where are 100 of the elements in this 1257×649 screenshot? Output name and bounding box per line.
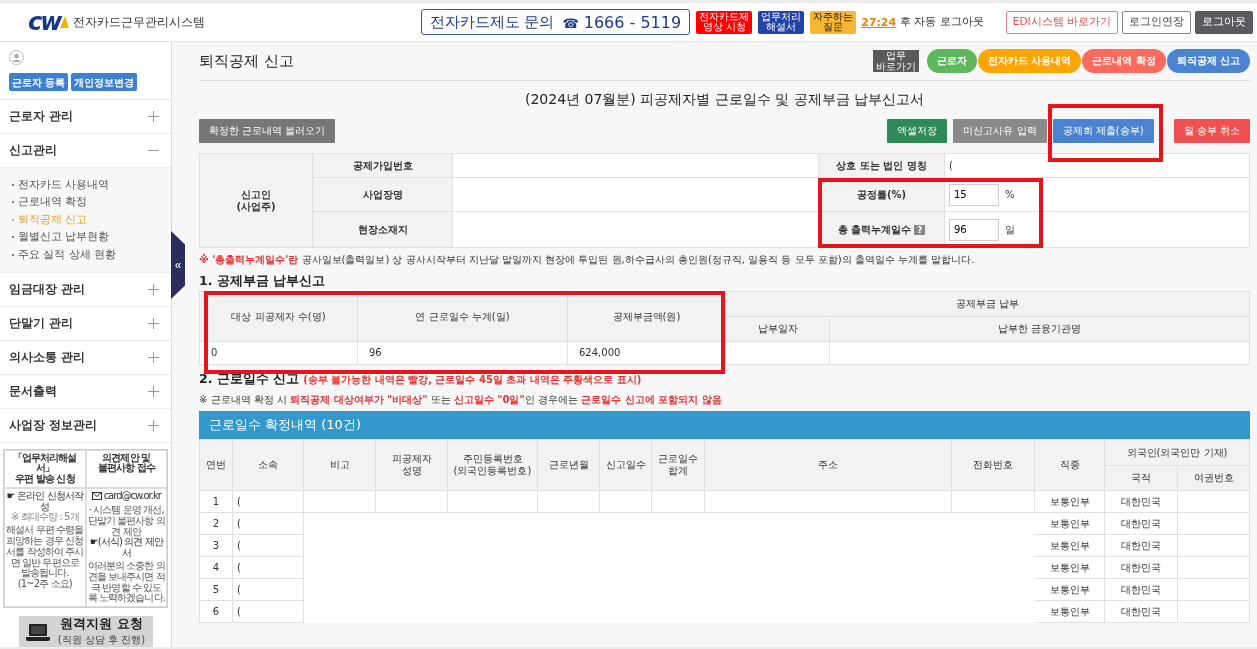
table-cell: 대한민국 xyxy=(1104,512,1178,535)
triangle-icon xyxy=(60,16,70,28)
section-heading: 1. 공제부금 납부신고 xyxy=(199,273,326,290)
page-title: 퇴직공제 신고 xyxy=(199,51,294,71)
table-cell: ( xyxy=(232,534,304,557)
table-cell: 보통인부 xyxy=(1034,578,1105,601)
table-cell: 대한민국 xyxy=(1104,490,1178,513)
menu-item[interactable]: 의사소통 관리 xyxy=(0,340,171,375)
help-icon: ? xyxy=(914,224,926,236)
column-header: 신고일수 xyxy=(599,439,652,491)
table-cell: 보통인부 xyxy=(1034,600,1105,623)
action-button[interactable]: 공제회 제출(송부) xyxy=(1052,119,1154,143)
menu-item[interactable]: 근로자 관리 xyxy=(0,100,171,134)
table-cell: 보통인부 xyxy=(1034,512,1105,535)
table-cell: ( xyxy=(232,512,304,535)
field-label: 공제가입번호 xyxy=(312,153,453,178)
submenu-item[interactable]: 월별신고 납부현황 xyxy=(12,228,171,246)
plus-icon xyxy=(148,317,159,329)
form-link[interactable]: ☛(서식) 의견 제안서 xyxy=(87,537,165,560)
table-cell: 대한민국 xyxy=(1104,600,1178,623)
header-button[interactable]: 로그인연장 xyxy=(1122,10,1191,34)
table-cell: 5 xyxy=(199,578,233,601)
notice-text: 여러분의 소중한 의견을 보내주시면 적극 반영할 수 있도록 노력하겠습니다. xyxy=(87,561,165,605)
input-field[interactable]: 96 xyxy=(949,218,999,241)
section-heading: 2. 근로일수 신고 xyxy=(199,371,300,388)
column-header: 비고 xyxy=(303,439,376,491)
input-field[interactable]: 15 xyxy=(949,183,999,206)
table-cell: 624,000 xyxy=(567,341,726,365)
table-cell: ( xyxy=(232,556,304,579)
column-header: 납부한 금융기관명 xyxy=(829,316,1250,342)
column-header: 주민등록번호 (외국인등록번호) xyxy=(447,439,538,491)
menu-item[interactable]: 단말기 관리 xyxy=(0,306,171,341)
unit-label: % xyxy=(1005,188,1015,200)
form-title: (2024년 07월분) 피공제자별 근로일수 및 공제부금 납부신고서 xyxy=(523,91,926,109)
phone-number: 1666 - 5119 xyxy=(582,12,682,32)
quantity-note: ※ 최대수량 : 5개 xyxy=(9,512,80,524)
load-button[interactable]: 확정한 근로내역 불러오기 xyxy=(199,119,336,143)
table-cell: 보통인부 xyxy=(1034,490,1105,513)
quick-link-button[interactable]: 전자카드제 영상 시청 xyxy=(696,10,753,34)
email-address[interactable]: card@cw.or.kr xyxy=(103,490,161,502)
table-cell: 보통인부 xyxy=(1034,534,1105,557)
remote-support-button[interactable]: 원격지원 요청 (직원 상담 후 진행) xyxy=(18,616,153,648)
header-button[interactable]: 로그아웃 xyxy=(1195,10,1253,34)
quick-link-button[interactable]: 업무처리 해설서 xyxy=(758,10,805,34)
menu-item[interactable]: 사업장 정보관리 xyxy=(0,408,171,443)
notice-heading: 의견제안 및 불편사항 접수 xyxy=(96,452,157,475)
table-cell: 0 xyxy=(199,341,358,365)
inquiry-label: 전자카드제도 문의 xyxy=(429,12,555,32)
action-button[interactable]: 월 송부 취소 xyxy=(1173,119,1250,143)
footnote-text: ※ '총출력누계일수'란 공사일보(출력일보) 상 공사시작부터 지난달 말일까지 현장에 투입된 원,하수급사의 총인원(정규직, 일용직 등 모두 포함)의 출역일수 누계를 말합니다. xyxy=(199,253,976,267)
column-header: 연번 xyxy=(199,439,233,491)
notice-text: · 시스템 운영 개선, 단말기 불편사항 의견 제안 xyxy=(87,505,165,538)
column-header: 소속 xyxy=(232,439,304,491)
action-button[interactable]: 엑셀저장 xyxy=(887,119,948,143)
field-label: 현장소재지 xyxy=(312,211,453,248)
column-header: 대상 피공제자 수(명) xyxy=(199,291,358,342)
field-value: ( xyxy=(949,159,953,171)
plus-icon xyxy=(148,419,159,431)
plus-icon xyxy=(148,283,159,295)
field-label: 공정률(%) xyxy=(856,188,907,200)
logo-mark: cw xyxy=(28,10,61,34)
row-header: 신고인 (사업주) xyxy=(199,153,313,248)
plus-icon xyxy=(148,351,159,363)
header-button[interactable]: EDI시스템 바로가기 xyxy=(1005,10,1118,34)
column-header: 직종 xyxy=(1034,439,1105,491)
quick-link-button[interactable]: 자주하는 질문 xyxy=(810,10,857,34)
table-cell: 대한민국 xyxy=(1104,534,1178,557)
unit-label: 일 xyxy=(1005,223,1015,235)
footnote-text: ※ 근로내역 확정 시 퇴직공제 대상여부가 "비대상" 또는 신고일수 "0일"인 경우에는 근로일수 신고에 포함되지 않음 xyxy=(199,393,723,407)
submenu-item[interactable]: 전자카드 사용내역 xyxy=(12,176,171,194)
submenu-item[interactable]: 주요 실적 상세 현황 xyxy=(12,246,171,264)
application-link[interactable]: ☛ 온라인 신청서작성 xyxy=(6,490,84,513)
table-cell: 3 xyxy=(199,534,233,557)
menu-item[interactable]: 문서출력 xyxy=(0,374,171,409)
submenu-item[interactable]: 근로내역 확정 xyxy=(12,193,171,211)
table-cell: ( xyxy=(232,490,304,513)
table-cell: 보통인부 xyxy=(1034,556,1105,579)
phone-icon: ☎ xyxy=(562,15,579,31)
user-button[interactable]: 개인정보변경 xyxy=(71,73,138,91)
column-header: 외국인(외국인만 기재) xyxy=(1104,439,1250,466)
field-label: 총 출력누계일수 xyxy=(837,223,912,235)
field-label: 상호 또는 법인 명칭 xyxy=(836,159,927,171)
avatar-icon xyxy=(9,50,24,65)
mail-icon xyxy=(91,492,102,501)
timer-text: 후 자동 로그아웃 xyxy=(900,15,984,29)
table-cell: 대한민국 xyxy=(1104,556,1178,579)
legend-note: (송부 불가능한 내역은 빨강, 근로일수 45일 초과 내역은 주황색으로 표시) xyxy=(303,373,642,387)
table-cell: 대한민국 xyxy=(1104,578,1178,601)
logo-text: 전자카드근무관리시스템 xyxy=(73,14,206,30)
plus-icon xyxy=(148,111,159,122)
plus-icon xyxy=(148,385,159,397)
column-header: 전화번호 xyxy=(951,439,1035,491)
user-button[interactable]: 근로자 등록 xyxy=(9,73,69,91)
laptop-icon xyxy=(25,622,50,641)
column-header: 납부일자 xyxy=(725,316,830,342)
step-link[interactable]: 퇴직공제 신고 xyxy=(1166,49,1250,73)
table-cell: 4 xyxy=(199,556,233,579)
table-cell: ( xyxy=(232,600,304,623)
table-caption-bar: 근로일수 확정내역 (10건) xyxy=(199,411,1250,439)
shortcut-label: 업무 바로가기 xyxy=(872,49,919,73)
